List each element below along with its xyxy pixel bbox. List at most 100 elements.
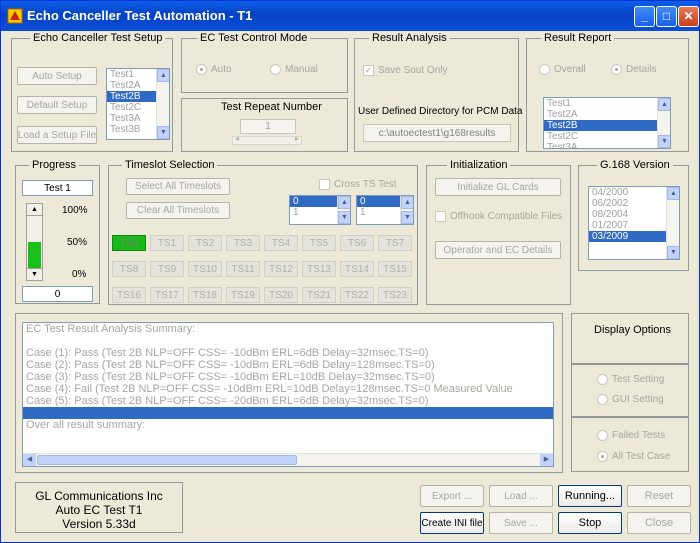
timeslot-button[interactable]: TS22	[340, 287, 374, 303]
timeslot-button[interactable]: TS10	[188, 261, 222, 277]
scroll-up-icon[interactable]: ▲	[401, 196, 413, 209]
timeslot-button[interactable]: TS18	[188, 287, 222, 303]
scroll-right-icon[interactable]: ▶	[540, 454, 553, 466]
test-setting-radio[interactable]: Test Setting	[597, 374, 664, 385]
scroll-down-icon[interactable]: ▼	[157, 126, 169, 139]
progress-up-icon[interactable]: ▲	[27, 204, 42, 216]
scroll-left-icon[interactable]: ◀	[23, 454, 36, 466]
overall-radio[interactable]: Overall	[539, 64, 586, 75]
timeslot-button[interactable]: TS20	[264, 287, 298, 303]
timeslot-spin-b[interactable]: 0 1 ▲ ▼	[356, 195, 414, 225]
timeslot-button[interactable]: TS6	[340, 235, 374, 251]
timeslot-button[interactable]: TS0	[112, 235, 146, 251]
spin-b-scrollbar[interactable]: ▲ ▼	[400, 196, 413, 224]
close-window-button[interactable]: ✕	[678, 6, 699, 27]
failed-tests-radio[interactable]: Failed Tests	[597, 430, 665, 441]
stop-button[interactable]: Stop	[558, 512, 622, 534]
create-ini-file-button[interactable]: Create INI file	[420, 512, 484, 534]
checkbox-icon	[435, 211, 446, 222]
maximize-button[interactable]: □	[656, 6, 677, 27]
auto-setup-button[interactable]: Auto Setup	[17, 67, 97, 85]
timeslot-button[interactable]: TS2	[188, 235, 222, 251]
radio-dot-icon	[597, 451, 608, 462]
scroll-up-icon[interactable]: ▲	[338, 196, 350, 209]
repeat-number-field[interactable]: 1	[240, 119, 296, 134]
timeslot-button[interactable]: TS11	[226, 261, 260, 277]
radio-dot-icon	[270, 64, 281, 75]
select-all-timeslots-button[interactable]: Select All Timeslots	[126, 178, 230, 195]
report-list-item[interactable]: Test1	[544, 98, 670, 109]
progress-50-label: 50%	[67, 237, 88, 248]
report-list-scrollbar[interactable]: ▲ ▼	[657, 98, 670, 148]
timeslot-button[interactable]: TS12	[264, 261, 298, 277]
scroll-thumb[interactable]	[37, 455, 297, 465]
details-radio[interactable]: Details	[611, 64, 657, 75]
export-button[interactable]: Export ...	[420, 485, 484, 507]
report-list-item[interactable]: Test2A	[544, 109, 670, 120]
default-setup-button[interactable]: Default Setup	[17, 96, 97, 114]
timeslot-button[interactable]: TS1	[150, 235, 184, 251]
timeslot-button[interactable]: TS14	[340, 261, 374, 277]
scroll-down-icon[interactable]: ▼	[401, 211, 413, 224]
spin-a-scrollbar[interactable]: ▲ ▼	[337, 196, 350, 224]
scroll-up-icon[interactable]: ▲	[667, 187, 679, 200]
save-button[interactable]: Save ...	[489, 512, 553, 534]
save-sout-checkbox[interactable]: ✓ Save Sout Only	[363, 65, 447, 76]
all-test-case-radio[interactable]: All Test Case	[597, 451, 670, 462]
load-button[interactable]: Load ...	[489, 485, 553, 507]
timeslot-spin-a[interactable]: 0 1 ▲ ▼	[289, 195, 351, 225]
control-mode-title: EC Test Control Mode	[197, 32, 311, 44]
test-list-scrollbar[interactable]: ▲ ▼	[156, 69, 169, 139]
timeslot-button[interactable]: TS13	[302, 261, 336, 277]
load-setup-file-button[interactable]: Load a Setup File	[17, 126, 97, 144]
clear-all-timeslots-button[interactable]: Clear All Timeslots	[126, 202, 230, 219]
manual-mode-radio[interactable]: Manual	[270, 64, 318, 75]
auto-mode-radio[interactable]: Auto	[196, 64, 232, 75]
radio-dot-icon	[539, 64, 550, 75]
timeslot-button[interactable]: TS17	[150, 287, 184, 303]
timeslot-button[interactable]: TS19	[226, 287, 260, 303]
title-bar[interactable]: Echo Canceller Test Automation - T1 _ □ …	[1, 1, 699, 31]
test-list[interactable]: Test1 Test2A Test2B Test2C Test3A Test3B ▲ ▼	[106, 68, 170, 140]
display-tests-group: Failed Tests All Test Case	[571, 417, 689, 472]
progress-bar: ▲ ▼	[26, 203, 43, 281]
timeslot-button[interactable]: TS4	[264, 235, 298, 251]
operator-ec-details-button[interactable]: Operator and EC Details	[435, 241, 561, 259]
reset-button[interactable]: Reset	[627, 485, 691, 507]
timeslot-button[interactable]: TS7	[378, 235, 412, 251]
scroll-up-icon[interactable]: ▲	[157, 69, 169, 82]
timeslot-button[interactable]: TS5	[302, 235, 336, 251]
timeslot-button[interactable]: TS8	[112, 261, 146, 277]
repeat-slider[interactable]: ◂ ▸	[232, 134, 302, 145]
g168-version-list[interactable]: 04/2000 06/2002 08/2004 01/2007 03/2009 ▲ ▼	[588, 186, 680, 260]
timeslot-button[interactable]: TS15	[378, 261, 412, 277]
scroll-down-icon[interactable]: ▼	[667, 246, 679, 259]
timeslot-button[interactable]: TS9	[150, 261, 184, 277]
cross-ts-checkbox[interactable]: Cross TS Test	[319, 179, 396, 190]
initialize-gl-cards-button[interactable]: Initialize GL Cards	[435, 178, 561, 196]
report-list-item[interactable]: Test3A	[544, 142, 670, 148]
g168-scrollbar[interactable]: ▲ ▼	[666, 187, 679, 259]
timeslot-button[interactable]: TS23	[378, 287, 412, 303]
slider-right-icon[interactable]: ▸	[295, 134, 299, 143]
summary-hscrollbar[interactable]: ◀ ▶	[23, 453, 553, 466]
close-button[interactable]: Close	[627, 512, 691, 534]
scroll-up-icon[interactable]: ▲	[658, 98, 670, 111]
scroll-down-icon[interactable]: ▼	[658, 135, 670, 148]
slider-left-icon[interactable]: ◂	[235, 134, 239, 143]
report-list-item[interactable]: Test2C	[544, 131, 670, 142]
timeslot-button[interactable]: TS21	[302, 287, 336, 303]
offhook-checkbox[interactable]: Offhook Compatible Files	[435, 211, 562, 222]
timeslot-button[interactable]: TS3	[226, 235, 260, 251]
timeslot-button[interactable]: TS16	[112, 287, 146, 303]
pcm-dir-field[interactable]: c:\autoectest1\g168results	[363, 124, 511, 142]
gui-setting-radio[interactable]: GUI Setting	[597, 394, 664, 405]
running-button[interactable]: Running...	[558, 485, 622, 507]
progress-100-label: 100%	[62, 205, 88, 216]
result-summary-box[interactable]: EC Test Result Analysis Summary: Case (1)…	[22, 322, 554, 467]
report-list-item[interactable]: Test2B	[544, 120, 670, 131]
minimize-button[interactable]: _	[634, 6, 655, 27]
scroll-down-icon[interactable]: ▼	[338, 211, 350, 224]
progress-down-icon[interactable]: ▼	[27, 268, 42, 280]
report-list[interactable]: Test1 Test2A Test2B Test2C Test3A ▲ ▼	[543, 97, 671, 149]
